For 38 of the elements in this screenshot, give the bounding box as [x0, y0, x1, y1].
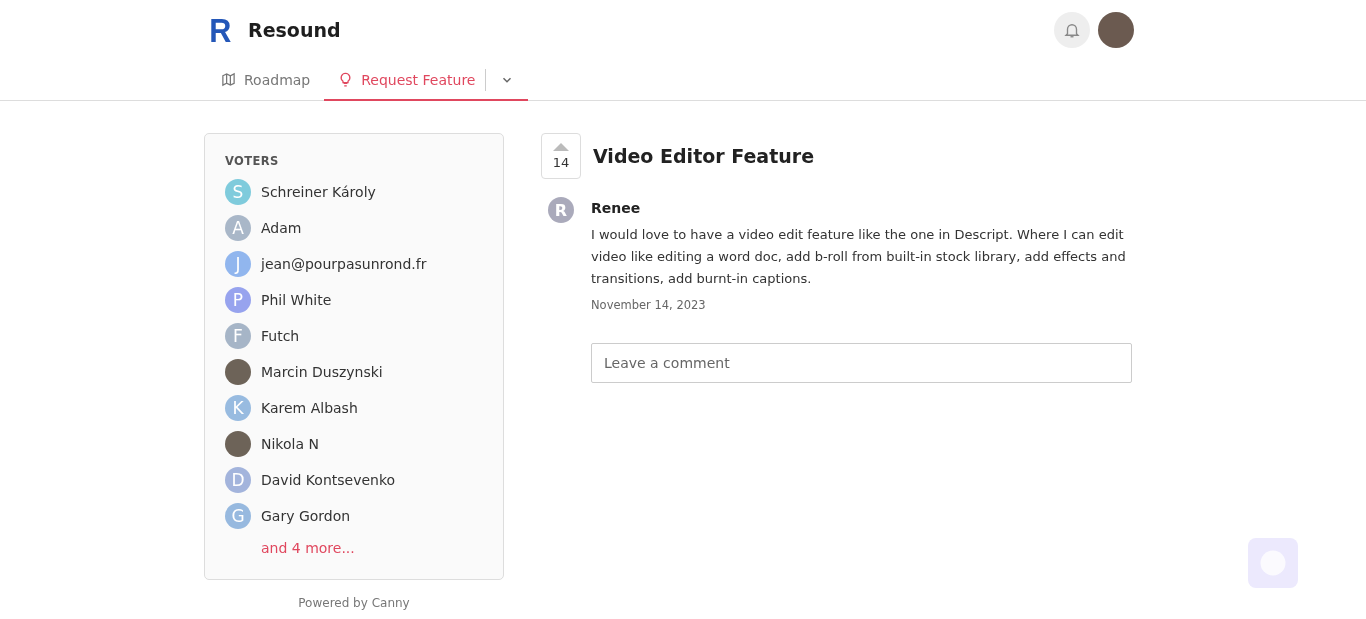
- post-body: I would love to have a video edit feature like the one in Descript. Where I can edit video like editing a word doc, add b-roll from built-in stock library, add effects and transitions, add burnt-in captions.: [591, 226, 1127, 288]
- nav-tab[interactable]: Request Feature: [324, 60, 529, 101]
- voters-heading: VOTERS: [225, 154, 280, 168]
- voter-name: Gary Gordon: [261, 508, 351, 524]
- comment-field[interactable]: Leave a comment: [591, 343, 1132, 383]
- voter-name: Schreiner Károly: [261, 184, 376, 200]
- app-title: Resound: [248, 19, 341, 41]
- voter-name: Nikola N: [261, 436, 319, 452]
- avatar-initial: D: [225, 467, 251, 493]
- more-voters-link[interactable]: and 4 more...: [261, 540, 355, 556]
- avatar-initial: S: [225, 179, 251, 205]
- avatar-initial: G: [225, 503, 251, 529]
- nav-tab[interactable]: Roadmap: [207, 60, 325, 101]
- avatar-initial: J: [225, 251, 251, 277]
- voter-name: Adam: [261, 220, 302, 236]
- avatar-initial: F: [225, 323, 251, 349]
- logo: R: [209, 10, 233, 50]
- bell-icon: [1063, 21, 1081, 39]
- voter-name: Marcin Duszynski: [261, 364, 383, 380]
- voter-name: jean@pourpasunrond.fr: [261, 256, 427, 272]
- voter-name: Karem Albash: [261, 400, 358, 416]
- powered-by-text: Powered by Canny: [297, 596, 411, 610]
- user-avatar[interactable]: [1098, 12, 1134, 48]
- avatar-initial: A: [225, 215, 251, 241]
- upvote-button[interactable]: 14: [541, 133, 581, 179]
- avatar-photo: [225, 359, 251, 385]
- avatar-photo: [225, 431, 251, 457]
- author-avatar: R: [548, 197, 574, 223]
- avatar-initial: P: [225, 287, 251, 313]
- map-icon: [221, 72, 236, 87]
- avatar-initial: K: [225, 395, 251, 421]
- voter-name: Phil White: [261, 292, 332, 308]
- post-date: November 14, 2023: [591, 298, 707, 312]
- notifications-button[interactable]: [1054, 12, 1090, 48]
- voter-name: Futch: [261, 328, 300, 344]
- post-title: Video Editor Feature: [593, 145, 815, 167]
- author-name: Renee: [591, 200, 642, 216]
- voter-name: David Kontsevenko: [261, 472, 396, 488]
